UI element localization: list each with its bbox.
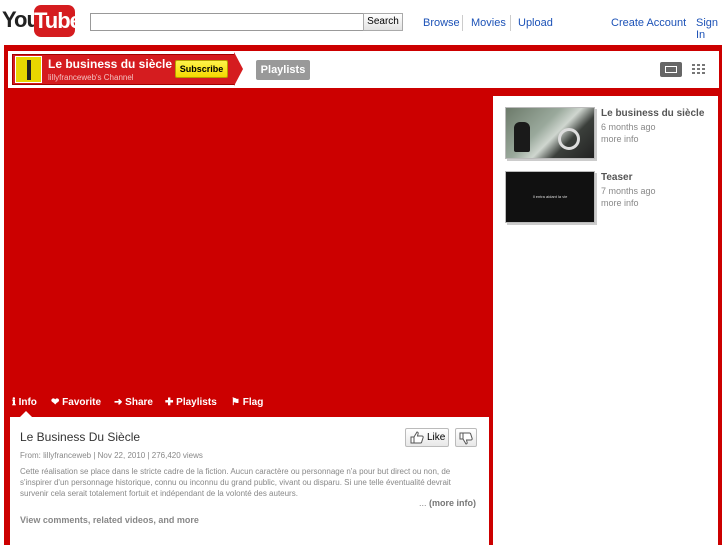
nav-separator (462, 15, 463, 31)
avatar-figure-icon (27, 60, 31, 80)
action-flag[interactable]: ⚑ Flag (231, 397, 263, 408)
channel-avatar[interactable] (15, 56, 42, 83)
like-button[interactable]: Like (405, 428, 449, 447)
search-input[interactable] (90, 13, 364, 31)
action-playlists[interactable]: ✚ Playlists (165, 397, 217, 408)
action-info-label: Info (18, 397, 37, 408)
view-comments-link[interactable]: View comments, related videos, and more (20, 515, 199, 525)
video-description: Cette réalisation se place dans le stric… (20, 467, 451, 498)
search-button[interactable]: Search (363, 13, 403, 31)
thumbs-down-icon (459, 432, 473, 445)
sidebar-video-title[interactable]: Le business du siècle (601, 108, 704, 119)
plus-icon: ✚ (165, 397, 174, 408)
video-meta: From: lillyfranceweb | Nov 22, 2010 | 27… (20, 451, 203, 460)
nav-upload[interactable]: Upload (518, 17, 553, 29)
logo-tube-text: Tube (34, 5, 82, 37)
action-favorite-label: Favorite (62, 397, 102, 408)
action-share-label: Share (125, 397, 153, 408)
video-thumbnail-car-scene-icon[interactable] (505, 107, 595, 159)
action-flag-label: Flag (242, 397, 264, 408)
nav-create-account[interactable]: Create Account (611, 17, 686, 29)
grid-view-icon[interactable] (692, 64, 707, 75)
playlist-sidebar (493, 96, 718, 545)
subscribe-button[interactable]: Subscribe (175, 60, 228, 78)
sidebar-more-info[interactable]: more info (601, 134, 639, 144)
heart-icon: ❤ (51, 397, 60, 408)
nav-browse[interactable]: Browse (423, 17, 460, 29)
channel-subtitle: lillyfranceweb's Channel (48, 73, 134, 82)
thumbnail-person (514, 122, 530, 152)
channel-box-arrow (234, 52, 243, 86)
sidebar-video-age: 6 months ago (601, 122, 656, 132)
video-thumbnail-title-card-icon[interactable]: Il entra aidant la vie (505, 171, 595, 223)
more-info-prefix: ... (419, 498, 427, 508)
video-title: Le Business Du Siècle (20, 430, 141, 444)
action-playlists-label: Playlists (176, 397, 217, 408)
like-label: Like (427, 432, 446, 443)
sidebar-video-title[interactable]: Teaser (601, 172, 633, 183)
sidebar-more-info[interactable]: more info (601, 198, 639, 208)
player-view-screen (665, 66, 677, 73)
top-bar: You Tube Search Browse Movies Upload Cre… (0, 0, 727, 44)
youtube-logo[interactable]: You Tube (2, 5, 82, 37)
flag-icon: ⚑ (231, 397, 240, 408)
tab-playlists[interactable]: Playlists (256, 60, 310, 80)
action-favorite[interactable]: ❤ Favorite (51, 397, 101, 408)
thumbnail-caption: Il entra aidant la vie (532, 194, 568, 199)
dislike-button[interactable] (455, 428, 477, 447)
action-share[interactable]: ➜ Share (114, 397, 153, 408)
player-view-icon[interactable] (660, 62, 682, 77)
thumbs-up-icon (410, 431, 424, 444)
sidebar-video-age: 7 months ago (601, 186, 656, 196)
info-icon: ℹ (12, 397, 16, 408)
more-info-link[interactable]: ... (more info) (419, 498, 476, 508)
more-info-label: (more info) (429, 498, 477, 508)
nav-movies[interactable]: Movies (471, 17, 506, 29)
steering-wheel-icon (558, 128, 580, 150)
action-info[interactable]: ℹ Info (12, 397, 37, 408)
nav-separator (510, 15, 511, 31)
arrow-right-icon: ➜ (114, 397, 123, 408)
channel-title[interactable]: Le business du siècle (48, 57, 172, 71)
nav-sign-in[interactable]: Sign In (696, 17, 727, 41)
